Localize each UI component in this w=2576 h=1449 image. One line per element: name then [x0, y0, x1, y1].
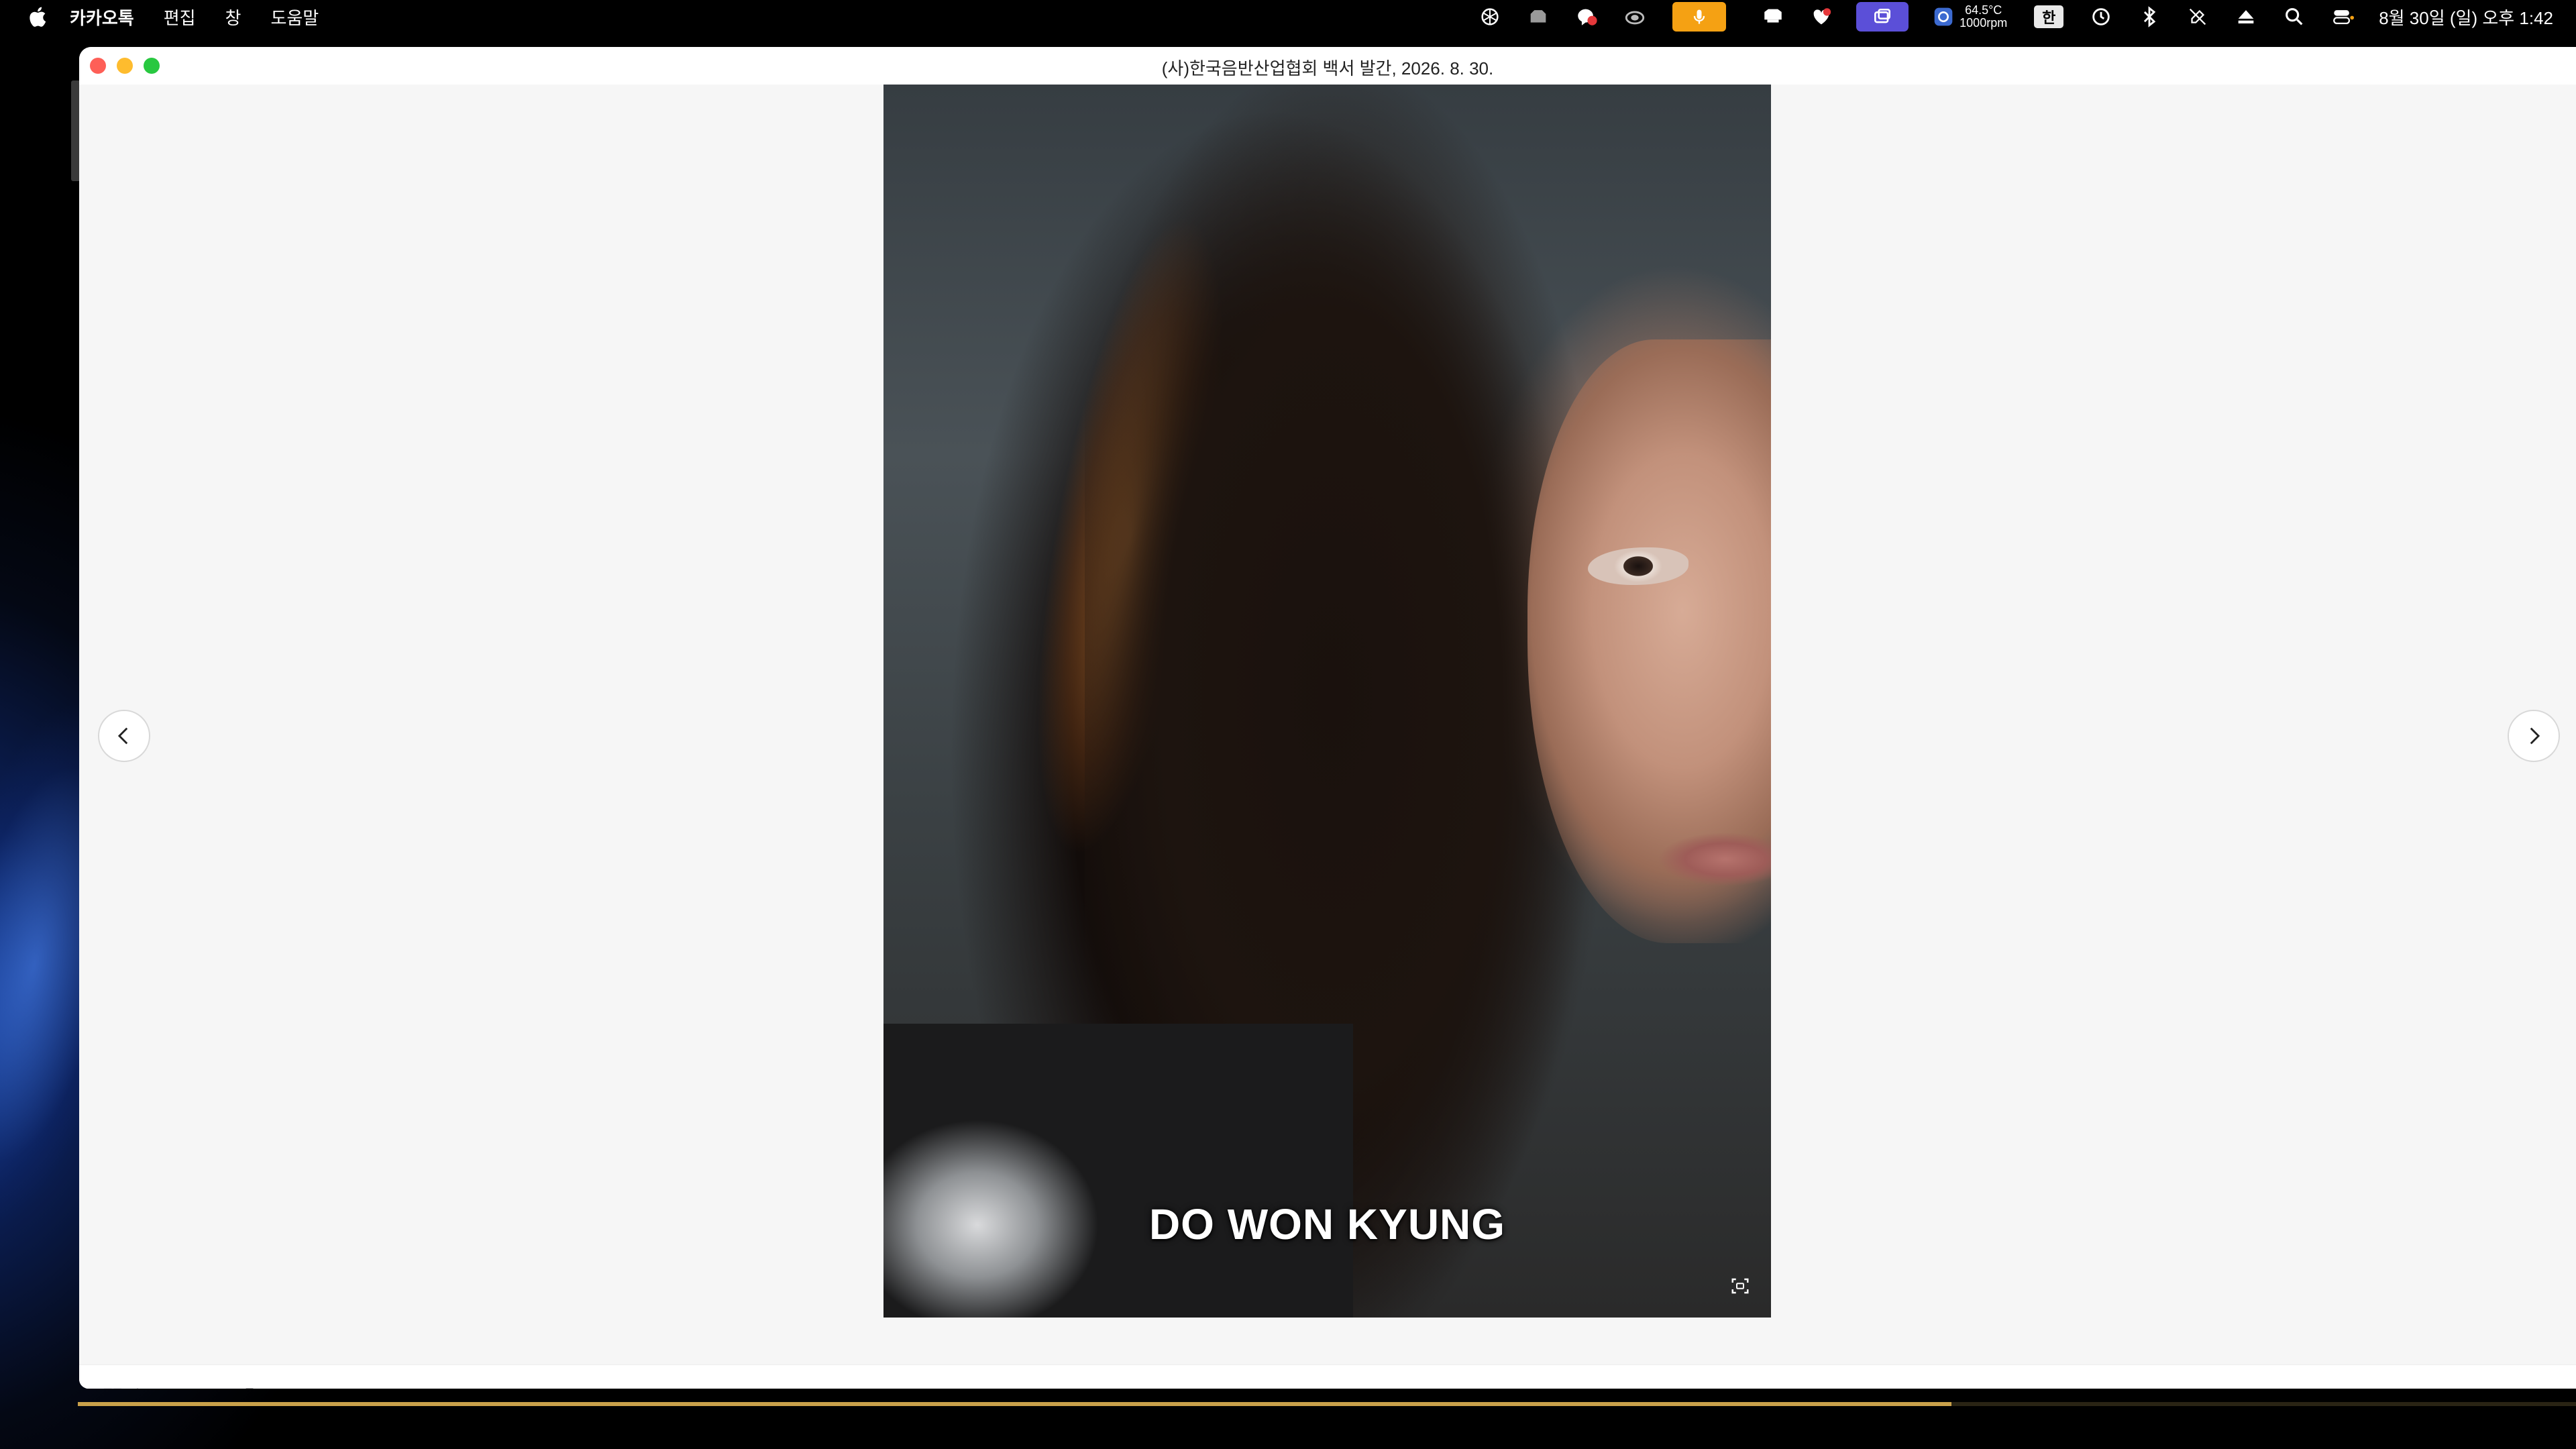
image-canvas: DO WON KYUNG [79, 85, 2576, 1364]
screen-share-icon[interactable] [1760, 3, 1786, 30]
menu-bar-clock[interactable]: 8월 30일 (일) 오후 1:42 [2379, 5, 2553, 30]
eject-icon[interactable] [2233, 3, 2259, 30]
fan-speed-readout: 1000rpm [1960, 16, 2008, 30]
zoom-out-button[interactable] [150, 1384, 177, 1389]
window-title: (사)한국음반산업협회 백서 발간, 2026. 8. 30. [1161, 58, 1494, 78]
text-scan-icon [1731, 1278, 1749, 1294]
menu-item-help[interactable]: 도움말 [270, 5, 319, 30]
folder-icon[interactable] [1525, 3, 1552, 30]
apple-icon[interactable] [27, 5, 47, 28]
background-progress-bar [78, 1402, 2576, 1406]
display-mirror-button[interactable] [1856, 2, 1909, 32]
toolbar-divider [137, 1388, 138, 1389]
fan-icon [1934, 7, 1953, 26]
photo-clothing [883, 1024, 1353, 1318]
next-image-button[interactable] [2508, 710, 2560, 762]
download-button[interactable] [2481, 1384, 2508, 1389]
microphone-icon [1693, 9, 1705, 24]
openai-icon[interactable] [1477, 3, 1503, 30]
menu-item-window[interactable]: 창 [225, 5, 241, 30]
more-icon [2531, 1386, 2554, 1389]
fit-expand-button[interactable] [231, 1384, 258, 1389]
zoom-out-icon [153, 1387, 174, 1389]
image-viewer-window: (사)한국음반산업협회 백서 발간, 2026. 8. 30. DO WON K… [79, 47, 2576, 1389]
control-center-icon[interactable] [2329, 3, 2356, 30]
viewer-toolbar [79, 1364, 2576, 1389]
pen-off-icon[interactable] [2184, 3, 2211, 30]
chevron-right-icon [2530, 727, 2540, 745]
grid-view-button[interactable] [99, 1384, 126, 1389]
grid-icon [103, 1388, 122, 1389]
heart-icon[interactable] [1808, 3, 1835, 30]
zoom-in-button[interactable] [191, 1384, 217, 1389]
display-mirror-icon [1874, 9, 1891, 23]
cloud-icon[interactable] [1621, 3, 1648, 30]
window-titlebar[interactable]: (사)한국음반산업협회 백서 발간, 2026. 8. 30. [79, 47, 2576, 85]
photo[interactable]: DO WON KYUNG [883, 85, 1771, 1318]
menu-bar: 카카오톡 편집 창 도움말 64.5°C 1000rpm 한 8월 30일 (일… [0, 0, 2576, 34]
time-machine-icon[interactable] [2088, 3, 2114, 30]
background-progress-fill [78, 1402, 1951, 1406]
input-method-icon[interactable]: 한 [2034, 5, 2064, 28]
text-scan-button[interactable] [1727, 1273, 1753, 1299]
rotate-button[interactable] [272, 1384, 299, 1389]
zoom-in-icon [193, 1387, 215, 1389]
download-icon [2483, 1386, 2506, 1389]
chevron-left-icon [117, 727, 128, 745]
temperature-readout: 64.5°C [1965, 3, 2002, 17]
more-options-button[interactable] [2529, 1384, 2556, 1389]
chat-notification-icon[interactable] [1573, 3, 1600, 30]
menu-item-edit[interactable]: 편집 [164, 5, 196, 30]
microphone-button[interactable] [1672, 2, 1727, 32]
menu-item-kakaotalk[interactable]: 카카오톡 [70, 5, 134, 30]
photo-caption: DO WON KYUNG [1148, 1200, 1506, 1248]
rotate-icon [275, 1387, 297, 1389]
bluetooth-icon[interactable] [2136, 3, 2163, 30]
expand-icon [246, 1388, 254, 1389]
fan-status[interactable]: 64.5°C 1000rpm [1933, 4, 2007, 30]
search-icon[interactable] [2281, 3, 2308, 30]
previous-image-button[interactable] [98, 710, 150, 762]
